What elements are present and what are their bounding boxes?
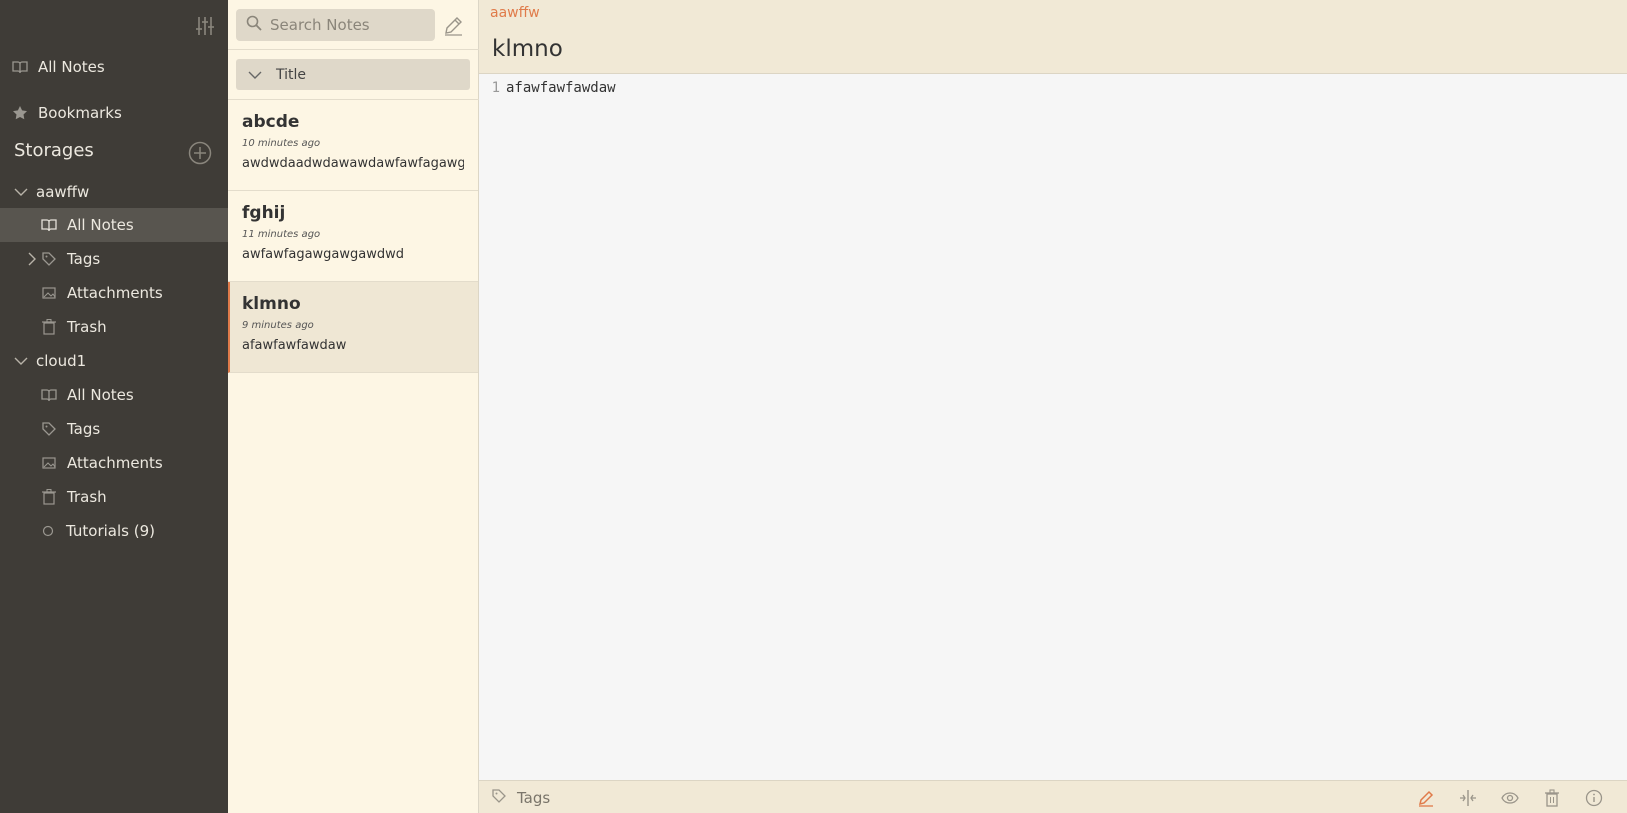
trash-icon[interactable]	[1543, 789, 1561, 807]
storage-cloud1[interactable]: cloud1	[0, 344, 228, 378]
note-item[interactable]: abcde 10 minutes ago awdwdaadwdawawdawfa…	[228, 100, 478, 191]
sidebar-all-notes-label: All Notes	[38, 58, 105, 76]
sidebar: All Notes Bookmarks Storages aawffw All …	[0, 0, 228, 813]
book-icon	[41, 217, 57, 233]
sidebar-item-label: All Notes	[67, 386, 134, 404]
sidebar-item-all-notes[interactable]: All Notes	[0, 378, 228, 412]
line-number: 1	[491, 80, 500, 96]
tag-icon	[41, 421, 57, 437]
line-text[interactable]: afawfawfawdaw	[506, 80, 616, 96]
chevron-down-icon	[14, 185, 28, 199]
search-box[interactable]	[236, 9, 435, 41]
book-icon	[12, 59, 28, 75]
note-title: klmno	[242, 294, 301, 314]
note-title-heading[interactable]: klmno	[492, 36, 563, 62]
note-item-selected[interactable]: klmno 9 minutes ago afawfawfawdaw	[228, 282, 478, 373]
add-storage-icon[interactable]	[188, 141, 212, 165]
storage-name: cloud1	[36, 352, 87, 370]
note-preview: afawfawfawdaw	[242, 338, 347, 353]
sidebar-item-label: Trash	[67, 318, 107, 336]
storage-name: aawffw	[36, 183, 90, 201]
sidebar-item-tags[interactable]: Tags	[0, 412, 228, 446]
editor-footer: Tags	[479, 780, 1627, 813]
sort-dropdown[interactable]: Title	[236, 59, 470, 90]
sidebar-item-attachments[interactable]: Attachments	[0, 446, 228, 480]
sliders-icon[interactable]	[196, 15, 214, 37]
sidebar-item-trash[interactable]: Trash	[0, 310, 228, 344]
edit-icon[interactable]	[1417, 789, 1435, 807]
chevron-down-icon	[248, 68, 262, 82]
storage-link[interactable]: aawffw	[490, 5, 540, 21]
note-title: fghij	[242, 203, 286, 223]
book-icon	[41, 387, 57, 403]
editor: aawffw klmno 1 afawfawfawdaw Tags	[479, 0, 1627, 813]
sidebar-item-label: Tags	[67, 420, 101, 438]
note-preview: awfawfagawgawgawdwd	[242, 247, 405, 262]
image-icon	[41, 455, 57, 471]
sidebar-item-label: Attachments	[67, 454, 163, 472]
editor-header: aawffw klmno	[479, 0, 1627, 74]
sidebar-bookmarks-label: Bookmarks	[38, 104, 122, 122]
tags-label: Tags	[517, 789, 551, 807]
chevron-down-icon	[14, 354, 28, 368]
code-line: 1 afawfawfawdaw	[479, 78, 1627, 98]
sidebar-item-trash[interactable]: Trash	[0, 480, 228, 514]
sidebar-item-label: Trash	[67, 488, 107, 506]
code-editor[interactable]: 1 afawfawfawdaw	[479, 78, 1627, 98]
search-input[interactable]	[270, 16, 420, 34]
sidebar-item-label: All Notes	[67, 216, 134, 234]
sidebar-item-label: Tags	[67, 250, 101, 268]
search-icon	[246, 15, 262, 35]
tag-icon	[41, 251, 57, 267]
sidebar-item-label: Attachments	[67, 284, 163, 302]
split-view-icon[interactable]	[1459, 789, 1477, 807]
tag-icon	[491, 788, 507, 808]
sidebar-item-attachments[interactable]: Attachments	[0, 276, 228, 310]
divider	[228, 49, 479, 50]
image-icon	[41, 285, 57, 301]
sidebar-item-label: Tutorials (9)	[66, 522, 155, 540]
trash-icon	[41, 489, 57, 505]
info-icon[interactable]	[1585, 789, 1603, 807]
note-title: abcde	[242, 112, 300, 132]
sidebar-bookmarks[interactable]: Bookmarks	[0, 96, 228, 130]
sidebar-item-tags[interactable]: Tags	[0, 242, 228, 276]
note-time: 10 minutes ago	[242, 138, 321, 149]
trash-icon	[41, 319, 57, 335]
storages-header: Storages	[14, 140, 94, 161]
note-time: 9 minutes ago	[242, 320, 314, 331]
note-time: 11 minutes ago	[242, 229, 321, 240]
sidebar-item-tutorials[interactable]: Tutorials (9)	[0, 514, 228, 548]
chevron-right-icon	[25, 252, 39, 266]
tags-button[interactable]: Tags	[491, 788, 550, 808]
star-icon	[12, 105, 28, 121]
folder-icon	[40, 523, 56, 539]
note-list: Title abcde 10 minutes ago awdwdaadwdawa…	[228, 0, 479, 813]
sidebar-item-all-notes[interactable]: All Notes	[0, 208, 228, 242]
sort-label: Title	[276, 66, 307, 83]
new-note-icon[interactable]	[442, 15, 464, 37]
eye-icon[interactable]	[1501, 789, 1519, 807]
note-item[interactable]: fghij 11 minutes ago awfawfagawgawgawdwd	[228, 191, 478, 282]
note-preview: awdwdaadwdawawdawfawfagawgawg	[242, 156, 464, 171]
storage-aawffw[interactable]: aawffw	[0, 175, 228, 209]
sidebar-all-notes[interactable]: All Notes	[0, 50, 228, 84]
